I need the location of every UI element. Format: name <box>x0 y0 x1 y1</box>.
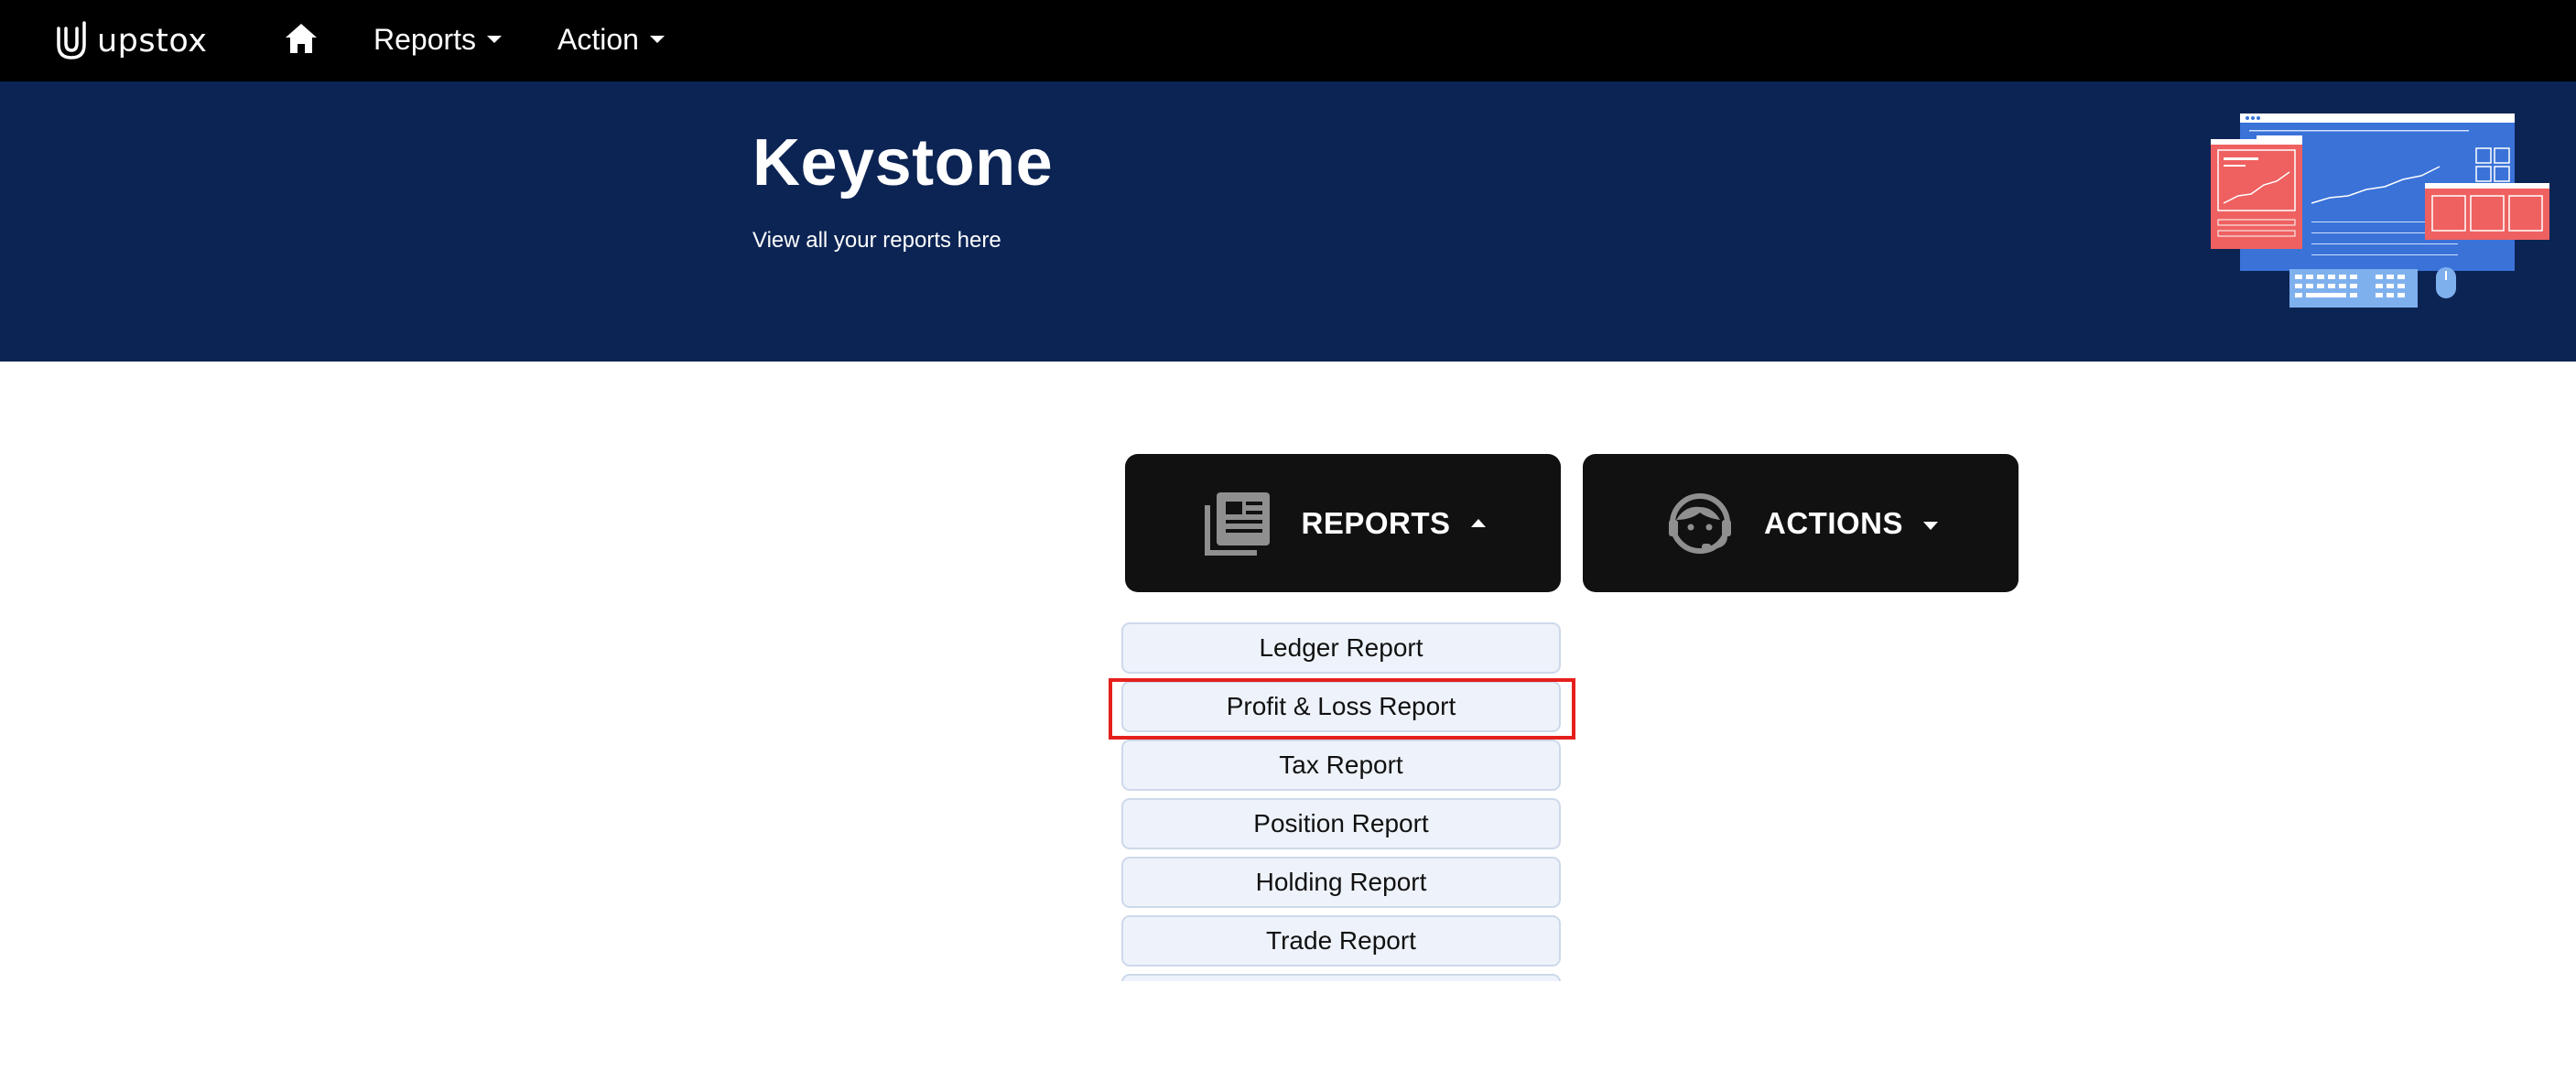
caret-down-icon <box>487 36 503 43</box>
dashboard-illustration <box>2211 112 2551 308</box>
tax-report-item[interactable]: Tax Report <box>1121 740 1561 791</box>
caret-down-icon <box>649 36 665 43</box>
nav-menu-label: Action <box>557 22 639 56</box>
nav-menu-label: Reports <box>373 22 477 56</box>
home-button[interactable] <box>284 22 320 59</box>
profit-loss-report-item[interactable]: Profit & Loss Report <box>1121 681 1561 732</box>
page-title: Keystone <box>752 126 1054 200</box>
reports-card-label: REPORTS <box>1301 505 1451 540</box>
nav-menu-action[interactable]: Action <box>557 18 665 60</box>
caret-down-icon <box>1923 522 1938 530</box>
caret-up-icon <box>1470 519 1486 527</box>
upstox-logo-icon <box>55 17 88 66</box>
brand-logo[interactable]: upstox <box>55 16 207 66</box>
newspaper-icon <box>1200 487 1273 560</box>
hero-banner: Keystone View all your reports here <box>0 81 2576 362</box>
report-item-partial[interactable] <box>1121 974 1561 981</box>
actions-card-button[interactable]: ACTIONS <box>1583 454 2019 592</box>
trade-report-item[interactable]: Trade Report <box>1121 915 1561 967</box>
holding-report-item[interactable]: Holding Report <box>1121 857 1561 908</box>
position-report-item[interactable]: Position Report <box>1121 798 1561 849</box>
nav-menu-reports[interactable]: Reports <box>373 18 503 60</box>
ledger-report-item[interactable]: Ledger Report <box>1121 622 1561 674</box>
brand-name: upstox <box>97 23 208 59</box>
page-subtitle: View all your reports here <box>752 228 1001 253</box>
top-navbar: upstox Reports Action <box>0 0 2576 81</box>
home-icon <box>284 24 319 59</box>
actions-card-label: ACTIONS <box>1764 505 1903 540</box>
support-agent-icon <box>1663 487 1737 560</box>
reports-dropdown-list: Ledger Report Profit & Loss Report Tax R… <box>1117 613 1575 981</box>
reports-card-button[interactable]: REPORTS <box>1125 454 1561 592</box>
